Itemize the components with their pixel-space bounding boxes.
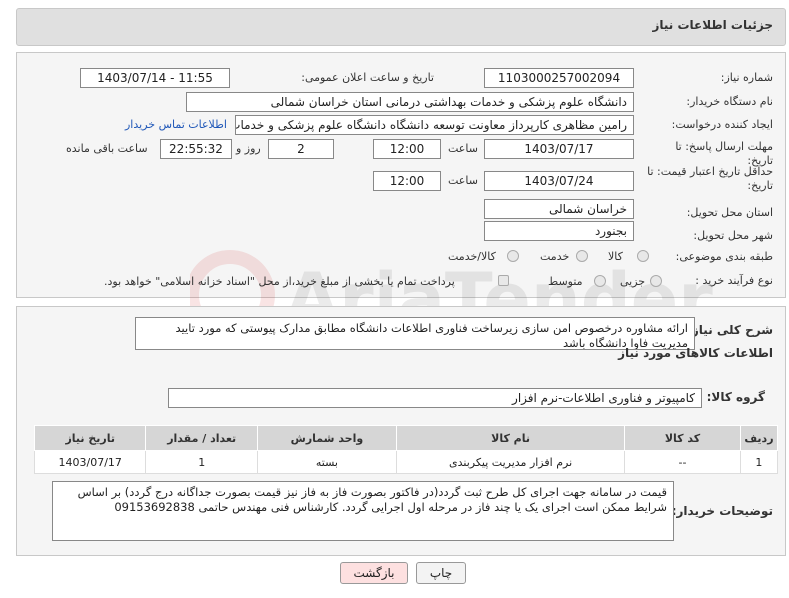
col-date: تاریخ نیاز [33, 425, 147, 451]
summary-textarea: ارائه مشاوره درخصوص امن سازی زیرساخت فنا… [135, 317, 695, 350]
goods-group-label: گروه کالا: [706, 390, 765, 404]
province-label: استان محل تحویل: [686, 206, 773, 219]
price-validity-time-label: ساعت [448, 174, 478, 187]
price-validity-time-field: 12:00 [373, 171, 441, 191]
city-label: شهر محل تحویل: [693, 229, 773, 242]
price-validity-date-field: 1403/07/24 [484, 171, 634, 191]
category-option-goods-service: کالا/خدمت [448, 250, 496, 263]
creator-label: ایجاد کننده درخواست: [671, 118, 773, 131]
col-qty: تعداد / مقدار [145, 425, 258, 451]
buyer-notes-textarea: قیمت در سامانه جهت اجرای کل طرح ثبت گردد… [52, 481, 674, 541]
cell-unit: بسته [256, 450, 397, 474]
purchase-radio-medium[interactable] [594, 275, 606, 287]
announce-date-label: تاریخ و ساعت اعلان عمومی: [301, 71, 434, 84]
goods-table: ردیف کد کالا نام کالا واحد شمارش تعداد /… [33, 425, 779, 474]
buyer-contact-link[interactable]: اطلاعات تماس خریدار [125, 118, 227, 131]
days-label: روز و [236, 142, 261, 155]
purchase-option-minor: جزیی [620, 275, 646, 288]
province-field: خراسان شمالی [484, 199, 634, 219]
category-radio-goods-service[interactable] [507, 250, 519, 262]
category-radio-service[interactable] [576, 250, 588, 262]
buyer-org-label: نام دستگاه خریدار: [686, 95, 773, 108]
price-validity-label: حداقل تاریخ اعتبار قیمت: تا تاریخ: [647, 165, 773, 192]
cell-name: نرم افزار مدیریت پیکربندی [395, 450, 626, 474]
purchase-type-label: نوع فرآیند خرید : [695, 274, 773, 287]
summary-label: شرح کلی نیاز: [687, 323, 773, 337]
buyer-org-field: دانشگاه علوم پزشکی و خدمات بهداشتی درمان… [186, 92, 634, 112]
category-radio-goods[interactable] [637, 250, 649, 262]
cell-row: 1 [739, 450, 779, 474]
reply-time-label: ساعت [448, 142, 478, 155]
category-label: طبقه بندی موضوعی: [675, 250, 773, 263]
reply-time-field: 12:00 [373, 139, 441, 159]
reply-date-field: 1403/07/17 [484, 139, 634, 159]
col-row: ردیف [739, 425, 779, 451]
remaining-label: ساعت باقی مانده [66, 142, 148, 155]
cell-qty: 1 [145, 450, 258, 474]
goods-table-header: ردیف کد کالا نام کالا واحد شمارش تعداد /… [33, 425, 779, 451]
col-code: کد کالا [624, 425, 741, 451]
purchase-option-medium: متوسط [548, 275, 583, 288]
remaining-time-field: 22:55:32 [160, 139, 232, 159]
treasury-text: پرداخت تمام یا بخشی از مبلغ خرید،از محل … [104, 275, 455, 288]
need-number-label: شماره نیاز: [720, 71, 773, 84]
announce-date-field: 1403/07/14 - 11:55 [80, 68, 230, 88]
goods-group-field: کامپیوتر و فناوری اطلاعات-نرم افزار [168, 388, 702, 408]
goods-section-title: اطلاعات کالاهای مورد نیاز [618, 346, 773, 360]
back-button[interactable]: بازگشت [340, 562, 408, 584]
reply-deadline-label: مهلت ارسال پاسخ: تا تاریخ: [675, 140, 773, 167]
col-unit: واحد شمارش [256, 425, 397, 451]
cell-code: -- [624, 450, 741, 474]
treasury-checkbox[interactable] [498, 275, 509, 286]
remaining-days-field: 2 [268, 139, 334, 159]
category-option-service: خدمت [540, 250, 570, 263]
need-number-field: 1103000257002094 [484, 68, 634, 88]
purchase-radio-minor[interactable] [650, 275, 662, 287]
table-row: 1 -- نرم افزار مدیریت پیکربندی بسته 1 14… [33, 450, 779, 474]
category-option-goods: کالا [608, 250, 623, 263]
page-title: جزئیات اطلاعات نیاز [652, 18, 773, 32]
cell-date: 1403/07/17 [33, 450, 147, 474]
buyer-notes-label: توضیحات خریدار: [671, 504, 773, 518]
print-button[interactable]: چاپ [416, 562, 466, 584]
col-name: نام کالا [395, 425, 626, 451]
creator-field: رامین مظاهری کارپرداز معاونت توسعه دانشگ… [235, 115, 634, 135]
city-field: بجنورد [484, 221, 634, 241]
